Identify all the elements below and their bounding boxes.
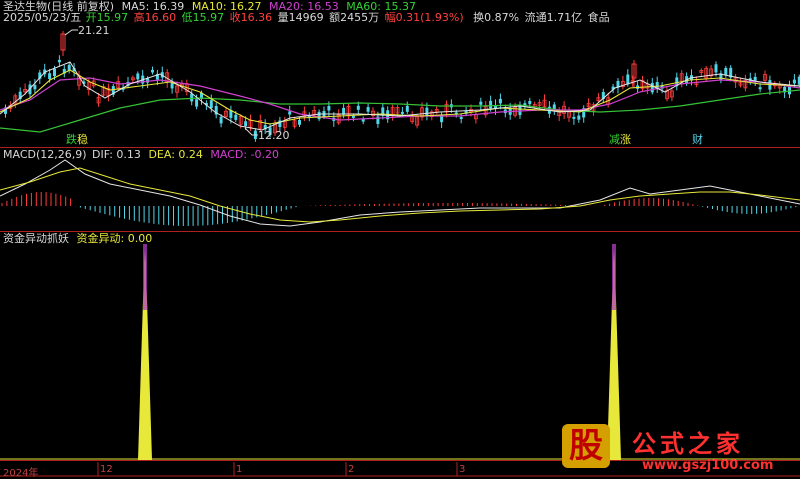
high-price-label: 21.21 — [78, 24, 110, 37]
candle-body — [400, 111, 404, 114]
candle-body — [57, 59, 61, 63]
candle-body — [479, 101, 483, 105]
candle-body — [758, 87, 762, 90]
signal-tag-1b: 稳 — [77, 133, 88, 146]
candle-body — [425, 107, 429, 116]
watermark-name: 公式之家 — [632, 429, 744, 458]
signal-tag-2: 减涨 — [609, 134, 631, 146]
candle-body — [528, 100, 532, 105]
candle-body — [714, 64, 718, 73]
candle-body — [170, 83, 174, 89]
ma20-line — [0, 77, 800, 121]
anomaly-spike — [138, 250, 152, 460]
candle-body — [53, 68, 56, 77]
candle-body — [753, 76, 757, 81]
candle-body — [366, 107, 370, 112]
candle-body — [351, 115, 355, 118]
candle-body — [626, 74, 630, 85]
candle-body — [405, 105, 409, 112]
candle-body — [317, 111, 321, 120]
candle-body — [498, 98, 502, 104]
low-price-label: 12.20 — [258, 129, 290, 142]
signal-tag-2a: 减 — [609, 133, 620, 146]
candle-body — [33, 85, 37, 90]
candle-body — [724, 67, 728, 75]
xaxis-label-4: 3 — [459, 464, 466, 475]
candle-body — [288, 111, 292, 115]
xaxis-label-3: 2 — [348, 464, 355, 475]
xaxis-label-1: 12 — [100, 464, 113, 475]
candlestick-series — [4, 31, 800, 142]
candle-body — [234, 114, 238, 120]
indicator-header: 资金异动抓妖 资金异动: 0.00 — [3, 232, 156, 245]
candle-body — [356, 105, 360, 110]
ma60-line — [0, 89, 800, 133]
candle-body — [48, 73, 52, 80]
candle-body — [518, 105, 522, 116]
xaxis-label-2: 1 — [236, 464, 243, 475]
candle-body — [219, 116, 223, 124]
macd-header: MACD(12,26,9) DIF: 0.13 DEA: 0.24 MACD: … — [3, 148, 283, 161]
watermark-logo: 股 公式之家 www.gszj100.com — [556, 422, 800, 477]
candle-body — [195, 99, 199, 107]
candle-body — [572, 116, 576, 119]
indicator-title: 资金异动抓妖 — [3, 232, 69, 245]
signal-tag-3: 财 — [692, 133, 703, 146]
macd-dea: DEA: 0.24 — [148, 148, 203, 161]
candle-body — [489, 100, 493, 109]
macd-histogram — [1, 192, 797, 226]
candle-body — [209, 100, 213, 109]
macd-dif: DIF: 0.13 — [92, 148, 141, 161]
signal-tag-1: 跌稳 — [66, 134, 88, 146]
candle-body — [577, 115, 581, 120]
candle-body — [327, 106, 331, 111]
candle-body — [792, 79, 796, 84]
macd-title: MACD(12,26,9) — [3, 148, 87, 161]
ma5-line — [0, 61, 800, 131]
watermark-url: www.gszj100.com — [642, 458, 774, 473]
candle-body — [136, 73, 140, 80]
candle-body — [459, 116, 463, 120]
watermark-logo-char: 股 — [562, 424, 610, 468]
indicator-value: 资金异动: 0.00 — [76, 232, 153, 245]
macd-value: MACD: -0.20 — [210, 148, 280, 161]
candle-body — [244, 121, 248, 127]
signal-tag-1a: 跌 — [66, 133, 77, 146]
candle-body — [650, 82, 654, 93]
signal-tag-2b: 涨 — [620, 133, 631, 146]
candle-body — [151, 69, 154, 73]
candle-body — [298, 119, 301, 125]
high-marker-line — [64, 29, 78, 36]
